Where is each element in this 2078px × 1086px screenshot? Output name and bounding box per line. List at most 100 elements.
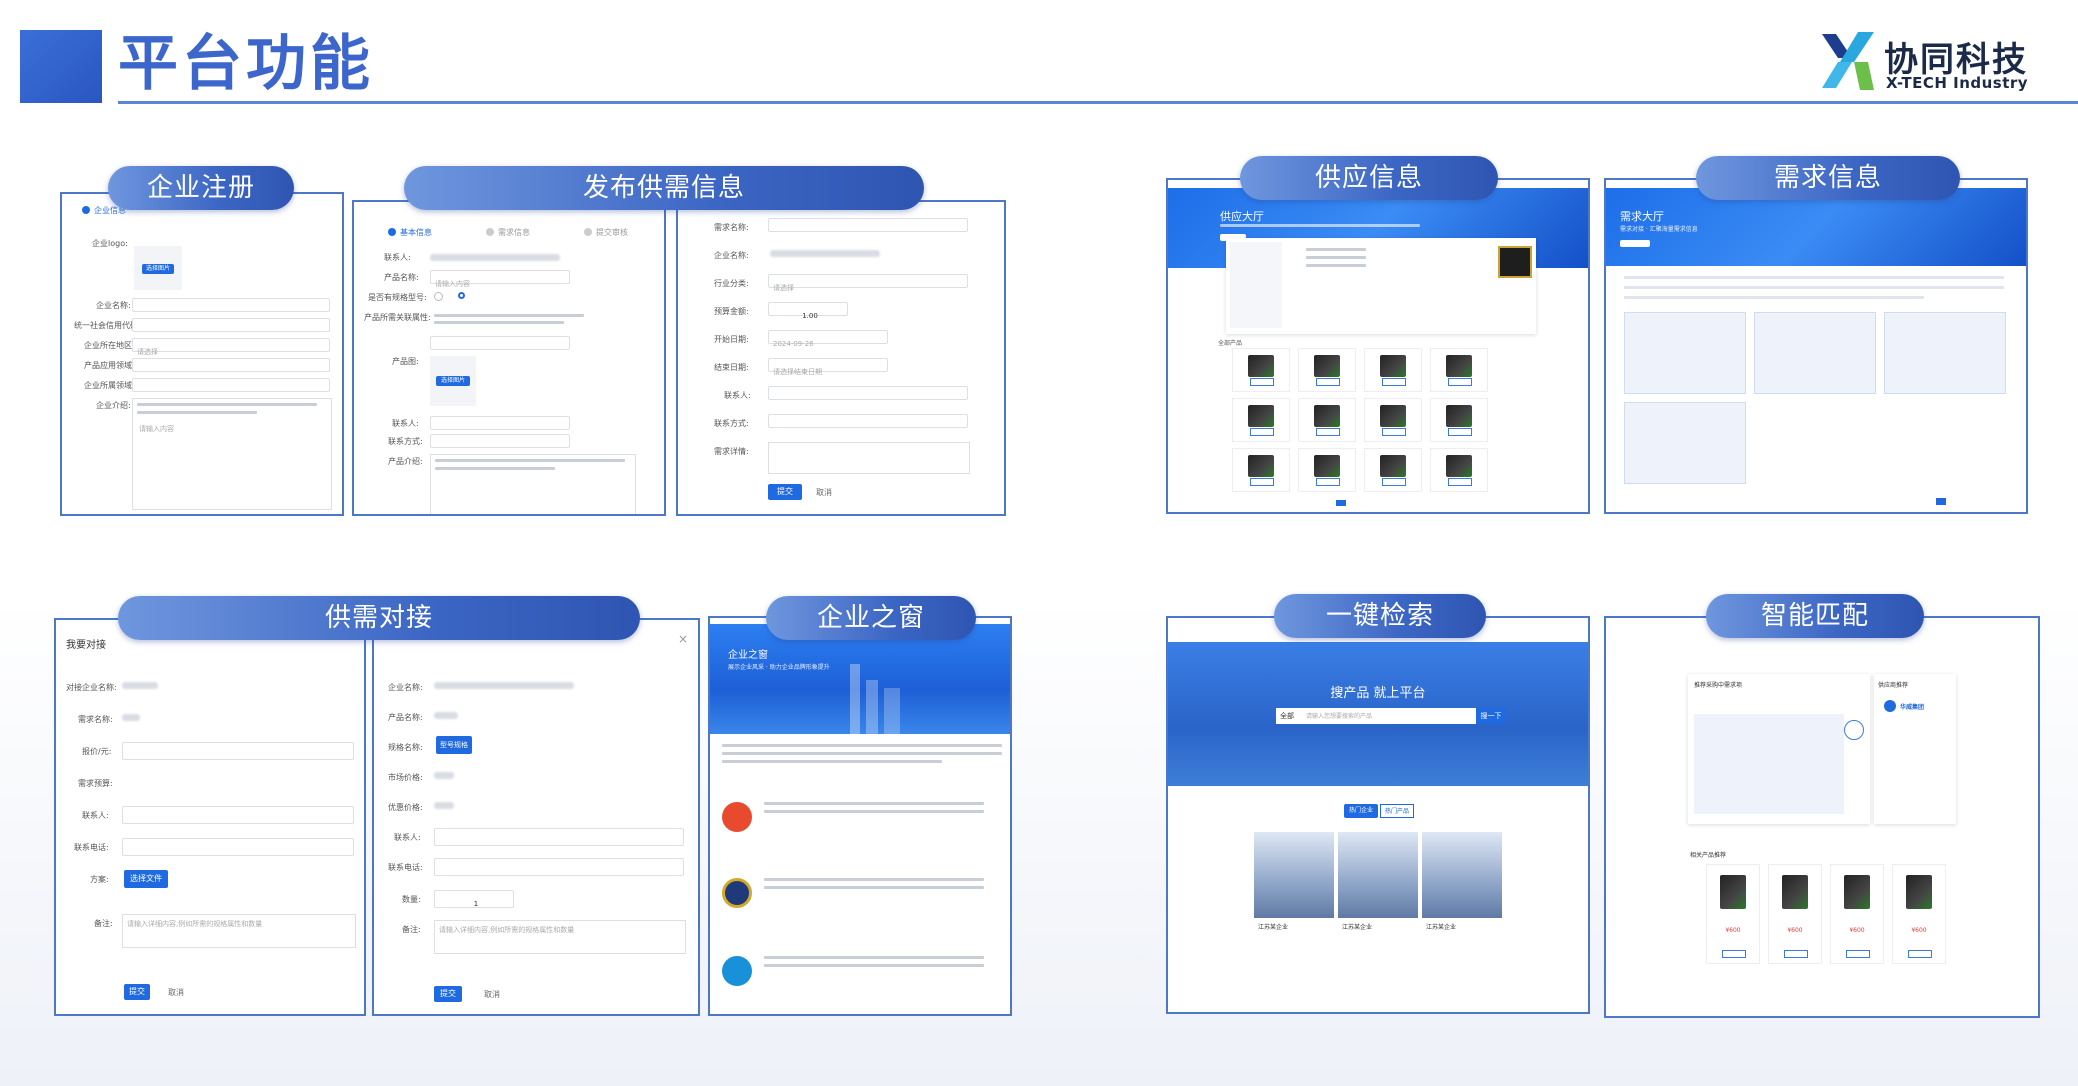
smart-supplier-card: 供应商推荐 华威集团 bbox=[1874, 674, 1956, 824]
more-button[interactable] bbox=[1316, 478, 1340, 486]
industry-cat-select[interactable]: 请选择 bbox=[768, 274, 968, 292]
supply-pagination-active[interactable] bbox=[1336, 500, 1346, 506]
upload-logo-button[interactable]: 选择图片 bbox=[142, 264, 174, 274]
budget-stepper[interactable]: 1.00 bbox=[768, 302, 848, 320]
close-icon[interactable]: × bbox=[678, 632, 688, 646]
match-phone-input[interactable] bbox=[122, 838, 354, 856]
field-attrs: 产品所需关联属性: bbox=[364, 313, 431, 322]
supply-product-card[interactable] bbox=[1364, 348, 1422, 392]
supply-product-card[interactable] bbox=[1430, 348, 1488, 392]
supply-product-card[interactable] bbox=[1298, 398, 1356, 442]
step-basic: 基本信息 bbox=[400, 228, 432, 237]
more-button[interactable] bbox=[1316, 428, 1340, 436]
match-contact-input[interactable] bbox=[122, 806, 354, 824]
spec-tag[interactable]: 型号规格 bbox=[436, 736, 472, 754]
region-select[interactable]: 请选择 bbox=[132, 338, 330, 356]
mp-cancel-button[interactable]: 取消 bbox=[484, 989, 500, 1000]
remark-textarea[interactable]: 请输入详细内容,例如所需的规格属性和数量 bbox=[122, 914, 356, 948]
pill-publish: 发布供需信息 bbox=[404, 166, 924, 210]
publish-demand-panel: 需求名称: 企业名称: 行业分类: 请选择 预算金额: 1.00 开始日期: 2… bbox=[676, 200, 1006, 516]
contact-input[interactable] bbox=[430, 416, 570, 430]
publish-supply-panel: 基本信息 需求信息 提交审核 联系人: 产品名称: 请输入内容 是否有规格型号:… bbox=[352, 200, 666, 516]
smart-product-card[interactable]: ¥600 bbox=[1892, 864, 1946, 964]
demand-pagination-active[interactable] bbox=[1936, 498, 1946, 505]
more-button[interactable] bbox=[1722, 950, 1746, 958]
upload-image-button[interactable]: 选择图片 bbox=[436, 376, 470, 386]
smart-product-card[interactable]: ¥600 bbox=[1830, 864, 1884, 964]
demand-detail-textarea[interactable] bbox=[768, 442, 970, 474]
more-button[interactable] bbox=[1382, 378, 1406, 386]
product-name-input[interactable]: 请输入内容 bbox=[430, 270, 570, 288]
search-input[interactable]: 全部 请输入您想要搜索的产品 bbox=[1276, 708, 1476, 724]
supply-product-card[interactable] bbox=[1298, 348, 1356, 392]
contact-way-input-2[interactable] bbox=[768, 414, 968, 428]
contact-way-input[interactable] bbox=[430, 434, 570, 448]
quote-input[interactable] bbox=[122, 742, 354, 760]
more-button[interactable] bbox=[1846, 950, 1870, 958]
more-button[interactable] bbox=[1448, 378, 1472, 386]
mp-phone-input[interactable] bbox=[434, 858, 684, 876]
more-button[interactable] bbox=[1448, 478, 1472, 486]
start-date-input[interactable]: 2024-09-26 bbox=[768, 330, 888, 348]
demand-name-input[interactable] bbox=[768, 218, 968, 232]
more-button[interactable] bbox=[1908, 950, 1932, 958]
supply-product-card[interactable] bbox=[1364, 398, 1422, 442]
credit-code-input[interactable] bbox=[132, 318, 330, 332]
field-budget: 预算金额: bbox=[714, 307, 749, 316]
header-divider bbox=[118, 101, 2078, 104]
more-button[interactable] bbox=[1250, 378, 1274, 386]
smart-demand-card: 推荐采购中需求项 bbox=[1688, 674, 1870, 824]
contact-input-2[interactable] bbox=[768, 386, 968, 400]
product-image bbox=[1446, 455, 1472, 477]
mp-contact-input[interactable] bbox=[434, 828, 684, 846]
company-name-input[interactable] bbox=[132, 298, 330, 312]
supply-product-card[interactable] bbox=[1430, 398, 1488, 442]
cancel-button[interactable]: 取消 bbox=[816, 487, 832, 498]
product-intro-editor[interactable] bbox=[430, 454, 636, 514]
mp-remark-textarea[interactable]: 请输入详细内容,例如所需的规格属性和数量 bbox=[434, 920, 686, 954]
end-date-input[interactable]: 请选择结束日期 bbox=[768, 358, 888, 376]
industry-select[interactable] bbox=[132, 378, 330, 392]
more-button[interactable] bbox=[1382, 478, 1406, 486]
intro-editor[interactable]: 请输入内容 bbox=[132, 398, 332, 510]
demand-card[interactable] bbox=[1754, 312, 1876, 394]
more-button[interactable] bbox=[1382, 428, 1406, 436]
search-hero: 搜产品 就上平台 全部 请输入您想要搜索的产品 搜一下 bbox=[1168, 642, 1588, 786]
supply-product-card[interactable] bbox=[1430, 448, 1488, 492]
radio-yes[interactable] bbox=[458, 292, 465, 299]
search-button[interactable]: 搜一下 bbox=[1476, 708, 1506, 724]
radio-no[interactable] bbox=[434, 292, 443, 301]
more-button[interactable] bbox=[1448, 428, 1472, 436]
more-button[interactable] bbox=[1250, 478, 1274, 486]
more-button[interactable] bbox=[1784, 950, 1808, 958]
field-mp-remark: 备注: bbox=[402, 925, 421, 934]
tab-hot-companies[interactable]: 热门企业 bbox=[1344, 804, 1378, 818]
attr-select[interactable] bbox=[430, 336, 570, 350]
more-button[interactable] bbox=[1316, 378, 1340, 386]
match-cancel-button[interactable]: 取消 bbox=[168, 987, 184, 998]
mp-submit-button[interactable]: 提交 bbox=[434, 986, 462, 1002]
demand-card[interactable] bbox=[1624, 402, 1746, 484]
choose-file-button[interactable]: 选择文件 bbox=[124, 870, 168, 888]
submit-button[interactable]: 提交 bbox=[768, 484, 802, 500]
supply-product-card[interactable] bbox=[1232, 448, 1290, 492]
smart-product-card[interactable]: ¥600 bbox=[1768, 864, 1822, 964]
search-select-label[interactable]: 全部 bbox=[1280, 711, 1294, 721]
demand-card[interactable] bbox=[1624, 312, 1746, 394]
supply-product-card[interactable] bbox=[1232, 398, 1290, 442]
app-domain-select[interactable] bbox=[132, 358, 330, 372]
demand-card[interactable] bbox=[1884, 312, 2006, 394]
smart-product-card[interactable]: ¥600 bbox=[1706, 864, 1760, 964]
more-button[interactable] bbox=[1250, 428, 1274, 436]
supply-product-card[interactable] bbox=[1232, 348, 1290, 392]
tab-hot-products[interactable]: 热门产品 bbox=[1380, 804, 1414, 818]
supply-product-card[interactable] bbox=[1364, 448, 1422, 492]
supply-hero-sub bbox=[1220, 224, 1420, 227]
field-mp-spec: 规格名称: bbox=[388, 743, 423, 752]
product-image bbox=[1248, 455, 1274, 477]
match-submit-button[interactable]: 提交 bbox=[124, 984, 150, 1000]
supply-product-card[interactable] bbox=[1298, 448, 1356, 492]
demand-hero-button[interactable] bbox=[1620, 240, 1650, 247]
qty-stepper[interactable]: 1 bbox=[434, 890, 514, 908]
field-industry-cat: 行业分类: bbox=[714, 279, 749, 288]
